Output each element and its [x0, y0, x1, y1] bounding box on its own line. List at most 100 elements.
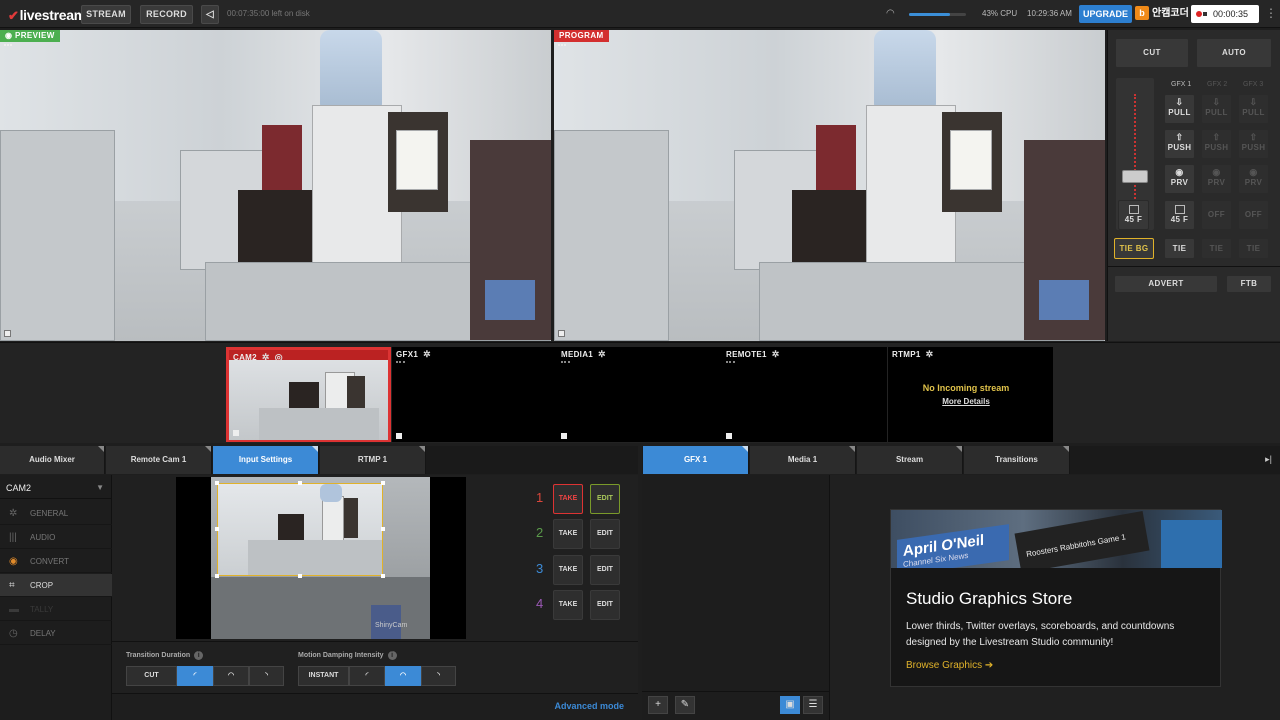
grid-view-button[interactable]: ▣	[780, 696, 800, 714]
info-icon[interactable]: i	[387, 651, 397, 660]
bg-fade-rate[interactable]: 45 F	[1118, 200, 1149, 230]
gear-icon[interactable]: ✲	[772, 349, 780, 359]
gfx1-preview-button[interactable]: ◉ PRV	[1164, 164, 1195, 194]
graphics-store-card[interactable]: April O'Neil Channel Six News Roosters Ra…	[890, 509, 1222, 687]
gear-icon[interactable]: ✲	[598, 349, 606, 359]
sidebar-item-crop[interactable]: ⌗ CROP	[0, 574, 112, 597]
headphones-icon[interactable]: ◠	[886, 8, 898, 20]
crop-handle-l[interactable]	[215, 527, 219, 531]
share-button[interactable]: ◁	[201, 5, 219, 24]
gfx1-push-button[interactable]: ⇧ PUSH	[1164, 129, 1195, 159]
source-media1[interactable]: MEDIA1 ✲	[557, 347, 722, 442]
crop-handle-t[interactable]	[298, 481, 302, 485]
tab-input-settings[interactable]: Input Settings	[213, 446, 319, 474]
tab-audio-mixer[interactable]: Audio Mixer	[0, 446, 105, 474]
gfx3-tie-button[interactable]: TIE	[1238, 238, 1269, 259]
stream-button[interactable]: STREAM	[81, 5, 131, 24]
gfx1-tie-button[interactable]: TIE	[1164, 238, 1195, 259]
browse-graphics-link[interactable]: Browse Graphics ➔	[906, 660, 993, 671]
gfx3-push-button[interactable]: ⇧ PUSH	[1238, 129, 1269, 159]
gfx2-pull-button[interactable]: ⇩ PULL	[1201, 94, 1232, 124]
gfx1-pull-button[interactable]: ⇩ PULL	[1164, 94, 1195, 124]
camera-select[interactable]: CAM2 ▼	[0, 477, 112, 499]
add-button[interactable]: +	[648, 696, 668, 714]
damping-medium-button[interactable]: ◠	[385, 666, 421, 686]
ftb-button[interactable]: FTB	[1226, 275, 1272, 293]
gfx2-push-button[interactable]: ⇧ PUSH	[1201, 129, 1232, 159]
take-button[interactable]: TAKE	[553, 555, 583, 585]
t-bar-handle[interactable]	[1122, 170, 1148, 183]
more-icon[interactable]: ⋮	[1265, 6, 1277, 20]
sidebar-item-convert[interactable]: ◉ CONVERT	[0, 550, 112, 573]
gfx3-preview-button[interactable]: ◉ PRV	[1238, 164, 1269, 194]
record-button[interactable]: RECORD	[140, 5, 193, 24]
volume-slider[interactable]	[909, 13, 966, 16]
duration-slow-button[interactable]: ◝	[249, 666, 284, 686]
gear-icon[interactable]: ✲	[262, 352, 270, 362]
cut-button[interactable]: CUT	[1115, 38, 1189, 68]
info-icon[interactable]: i	[194, 651, 204, 660]
advanced-mode-link[interactable]: Advanced mode	[554, 701, 624, 711]
source-remote1[interactable]: REMOTE1 ✲	[722, 347, 887, 442]
take-button[interactable]: TAKE	[553, 590, 583, 620]
sidebar-item-audio[interactable]: ||| AUDIO	[0, 526, 112, 549]
sidebar-item-general[interactable]: ✲ GENERAL	[0, 502, 112, 525]
list-view-button[interactable]: ☰	[803, 696, 823, 714]
collapse-panel-icon[interactable]: ▸|	[1265, 454, 1272, 465]
source-rtmp1[interactable]: RTMP1 ✲ No Incoming stream More Details	[888, 347, 1053, 442]
advert-button[interactable]: ADVERT	[1114, 275, 1218, 293]
more-details-link[interactable]: More Details	[888, 397, 1044, 406]
take-button[interactable]: TAKE	[553, 484, 583, 514]
twitter-icon	[1161, 520, 1222, 568]
crop-handle-tr[interactable]	[381, 481, 385, 485]
upgrade-button[interactable]: UPGRADE	[1079, 5, 1132, 23]
auto-button[interactable]: AUTO	[1196, 38, 1272, 68]
gfx3-fade-off[interactable]: OFF	[1238, 200, 1269, 230]
lock-icon[interactable]	[561, 433, 567, 439]
duration-cut-button[interactable]: CUT	[126, 666, 177, 686]
crop-handle-r[interactable]	[381, 527, 385, 531]
refresh-icon[interactable]: ◎	[275, 352, 283, 362]
crop-selection[interactable]	[217, 483, 383, 576]
edit-button[interactable]: EDIT	[590, 484, 620, 514]
lock-icon[interactable]	[726, 433, 732, 439]
tab-transitions[interactable]: Transitions	[964, 446, 1070, 474]
damping-high-button[interactable]: ◝	[421, 666, 456, 686]
fade-icon	[1174, 205, 1185, 214]
lock-icon[interactable]	[233, 430, 239, 436]
duration-medium-button[interactable]: ◠	[213, 666, 249, 686]
tab-rtmp-1[interactable]: RTMP 1	[320, 446, 426, 474]
korean-app-badge[interactable]: b 안캠코더	[1135, 6, 1189, 22]
damping-low-button[interactable]: ◜	[349, 666, 385, 686]
crop-handle-tl[interactable]	[215, 481, 219, 485]
source-cam2[interactable]: CAM2 ✲ ◎	[226, 347, 391, 442]
crop-handle-b[interactable]	[298, 574, 302, 578]
gfx2-tie-button[interactable]: TIE	[1201, 238, 1232, 259]
sidebar-item-tally[interactable]: ▬ TALLY	[0, 598, 112, 621]
damping-instant-button[interactable]: INSTANT	[298, 666, 349, 686]
edit-button[interactable]: EDIT	[590, 519, 620, 549]
crop-handle-bl[interactable]	[215, 574, 219, 578]
edit-gfx-button[interactable]: ✎	[675, 696, 695, 714]
gfx2-preview-button[interactable]: ◉ PRV	[1201, 164, 1232, 194]
gear-icon[interactable]: ✲	[926, 349, 934, 359]
gfx3-pull-button[interactable]: ⇩ PULL	[1238, 94, 1269, 124]
tab-media-1[interactable]: Media 1	[750, 446, 856, 474]
tie-bg-button[interactable]: TIE BG	[1114, 238, 1154, 259]
tab-remote-cam-1[interactable]: Remote Cam 1	[106, 446, 212, 474]
edit-button[interactable]: EDIT	[590, 555, 620, 585]
sidebar-item-delay[interactable]: ◷ DELAY	[0, 622, 112, 645]
source-gfx1[interactable]: GFX1 ✲	[392, 347, 557, 442]
preview-lock-icon[interactable]	[4, 330, 11, 337]
edit-button[interactable]: EDIT	[590, 590, 620, 620]
duration-fast-button[interactable]: ◜	[177, 666, 213, 686]
tab-gfx-1[interactable]: GFX 1	[643, 446, 749, 474]
gfx2-fade-off[interactable]: OFF	[1201, 200, 1232, 230]
program-lock-icon[interactable]	[558, 330, 565, 337]
lock-icon[interactable]	[396, 433, 402, 439]
crop-handle-br[interactable]	[381, 574, 385, 578]
take-button[interactable]: TAKE	[553, 519, 583, 549]
tab-stream[interactable]: Stream	[857, 446, 963, 474]
gfx1-fade-rate[interactable]: 45 F	[1164, 200, 1195, 230]
gear-icon[interactable]: ✲	[423, 349, 431, 359]
